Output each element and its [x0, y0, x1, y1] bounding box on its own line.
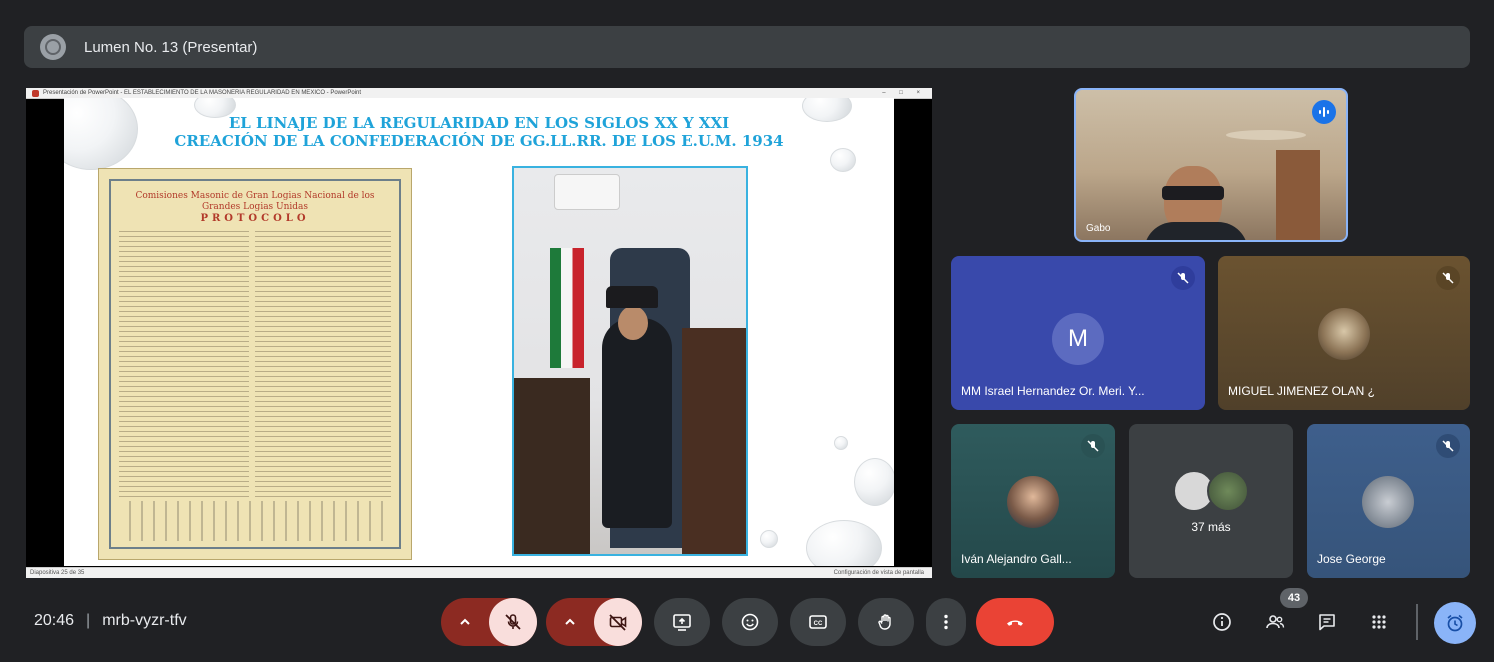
participant-tile[interactable]: M MM Israel Hernandez Or. Meri. Y... — [951, 256, 1205, 410]
participant-tile[interactable]: Iván Alejandro Gall... — [951, 424, 1115, 578]
chevron-up-icon — [460, 618, 470, 625]
end-call-icon — [1007, 620, 1023, 626]
view-settings: Configuración de vista de pantalla — [833, 570, 924, 576]
camera-toggle-button[interactable] — [594, 598, 642, 646]
shared-screen: Presentación de PowerPoint - EL ESTABLEC… — [26, 88, 932, 578]
participant-tile-speaking[interactable]: Gabo — [1074, 88, 1348, 242]
presentation-slide: EL LINAJE DE LA REGULARIDAD EN LOS SIGLO… — [64, 98, 894, 566]
activities-button[interactable] — [1359, 598, 1399, 646]
meeting-code: mrb-vyzr-tfv — [102, 612, 187, 629]
speaking-indicator-icon — [1312, 100, 1336, 124]
avatar — [1318, 308, 1370, 360]
protocol-document-image: Comisiones Masonic de Gran Logias Nacion… — [98, 168, 412, 560]
apps-grid-icon — [1372, 615, 1386, 629]
svg-text:CC: CC — [814, 621, 823, 627]
camera-off-icon — [609, 614, 627, 631]
meeting-info: 20:46 | mrb-vyzr-tfv — [34, 612, 187, 629]
raise-hand-icon — [878, 614, 891, 630]
overflow-count: 37 más — [1191, 520, 1231, 534]
info-icon — [1213, 613, 1231, 631]
emoji-icon — [741, 613, 759, 631]
water-drop-decoration — [834, 436, 848, 450]
meeting-details-button[interactable] — [1202, 598, 1242, 646]
chat-icon — [1319, 614, 1335, 631]
raise-hand-button[interactable] — [858, 598, 914, 646]
participant-name: Jose George — [1317, 552, 1386, 566]
window-controls: – □ × — [882, 90, 926, 96]
water-drop-decoration — [760, 530, 778, 548]
presentation-bar: Lumen No. 13 (Presentar) — [24, 26, 1470, 68]
avatar — [1362, 476, 1414, 528]
toolbar-divider — [1416, 604, 1418, 640]
participant-name: MIGUEL JIMENEZ OLAN ¿ — [1228, 384, 1375, 398]
present-screen-icon — [673, 614, 691, 631]
mic-off-icon — [1081, 434, 1105, 458]
people-button[interactable] — [1255, 598, 1295, 646]
people-icon — [1266, 615, 1285, 629]
mexico-flag — [550, 248, 584, 368]
water-drop-decoration — [830, 148, 856, 172]
mic-off-icon — [1436, 434, 1460, 458]
avatar: M — [1052, 313, 1104, 365]
slide-counter: Diapositiva 25 de 35 — [30, 570, 85, 576]
presentation-title: Lumen No. 13 (Presentar) — [84, 38, 258, 56]
captions-button[interactable]: CC — [790, 598, 846, 646]
video-options-button[interactable] — [546, 598, 594, 646]
alarm-clock-icon — [1447, 614, 1463, 632]
more-participants-tile[interactable]: 37 más — [1129, 424, 1293, 578]
participant-tile[interactable]: Jose George — [1307, 424, 1470, 578]
slide-title-line1: EL LINAJE DE LA REGULARIDAD EN LOS SIGLO… — [228, 114, 730, 132]
participant-name: Gabo — [1086, 223, 1111, 234]
closed-captions-icon: CC — [809, 615, 827, 629]
water-drop-decoration — [806, 520, 882, 566]
lodge-photo — [512, 166, 748, 556]
participant-name: MM Israel Hernandez Or. Meri. Y... — [961, 384, 1145, 398]
mic-toggle-button[interactable] — [489, 598, 537, 646]
reactions-button[interactable] — [722, 598, 778, 646]
mic-off-icon — [1436, 266, 1460, 290]
chat-button[interactable] — [1307, 598, 1347, 646]
chevron-up-icon — [565, 618, 575, 625]
window-title: Presentación de PowerPoint - EL ESTABLEC… — [43, 90, 361, 96]
avatar — [1207, 470, 1249, 512]
powerpoint-statusbar: Diapositiva 25 de 35 Configuración de vi… — [26, 567, 932, 578]
participant-name: Iván Alejandro Gall... — [961, 552, 1072, 566]
timer-button[interactable] — [1434, 602, 1476, 644]
audio-options-button[interactable] — [441, 598, 489, 646]
powerpoint-icon — [32, 89, 39, 97]
participant-tile[interactable]: MIGUEL JIMENEZ OLAN ¿ — [1218, 256, 1470, 410]
present-screen-button[interactable] — [654, 598, 710, 646]
mic-off-icon — [505, 614, 521, 630]
current-time: 20:46 — [34, 612, 75, 629]
document-heading: Comisiones Masonic de Gran Logias Nacion… — [135, 191, 375, 224]
water-drop-decoration — [854, 458, 894, 506]
more-options-button[interactable] — [926, 598, 966, 646]
more-vert-icon — [944, 614, 948, 630]
avatar — [1007, 476, 1059, 528]
presenter-avatar — [40, 34, 66, 60]
mic-off-icon — [1171, 266, 1195, 290]
slide-title-line2: CREACIÓN DE LA CONFEDERACIÓN DE GG.LL.RR… — [174, 132, 784, 150]
leave-call-button[interactable] — [976, 598, 1054, 646]
